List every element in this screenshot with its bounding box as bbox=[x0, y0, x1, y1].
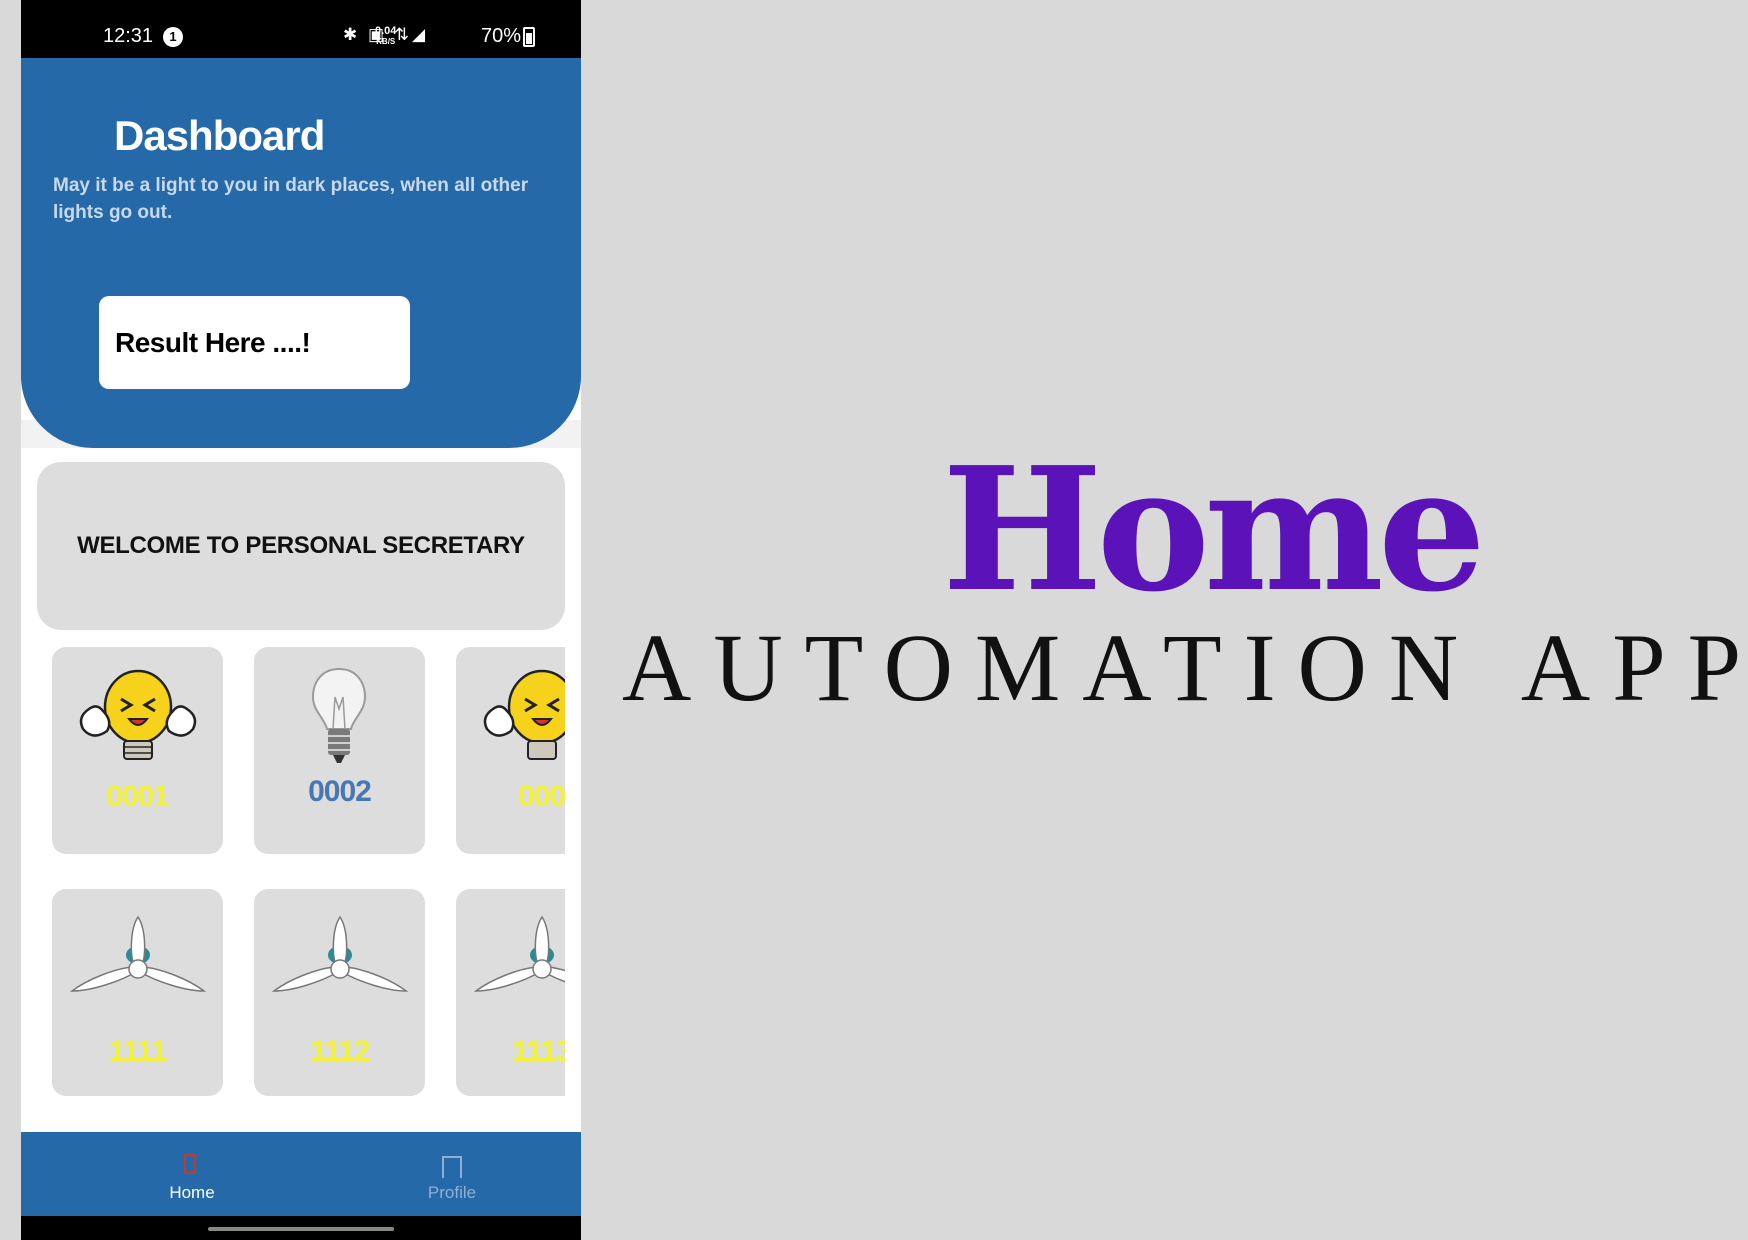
phone-screen: 12:31 1 ✱ ▣ ⇅◢ 0.04 KB/S 70% Dashboard M… bbox=[21, 0, 581, 1240]
page-title: Dashboard bbox=[114, 112, 325, 159]
gesture-bar bbox=[21, 1216, 581, 1240]
battery-percent: 70% bbox=[481, 25, 522, 47]
status-time: 12:31 bbox=[103, 25, 154, 47]
happy-bulb-icon bbox=[483, 669, 565, 760]
fan-card-1111[interactable]: 1111 bbox=[52, 889, 223, 1096]
promo-subtitle: AUTOMATION APP bbox=[622, 614, 1748, 721]
home-indicator[interactable] bbox=[208, 1227, 394, 1231]
fan-icon bbox=[474, 915, 565, 992]
home-icon bbox=[184, 1154, 196, 1174]
promo-title: Home bbox=[942, 430, 1486, 630]
device-id-label: 1111 bbox=[108, 1035, 168, 1068]
nav-profile-label: Profile bbox=[427, 1183, 477, 1202]
device-grid: 0001 0002 000 1111 1112 1113 bbox=[21, 448, 565, 1132]
device-id-label: 1113 bbox=[511, 1035, 565, 1068]
page-subtitle: May it be a light to you in dark places,… bbox=[53, 175, 529, 223]
result-display: Result Here ....! bbox=[99, 296, 410, 389]
battery-icon bbox=[523, 27, 535, 47]
main-content: WELCOME TO PERSONAL SECRETARY 0001 0002 … bbox=[21, 448, 581, 1132]
fan-card-1113[interactable]: 1113 bbox=[456, 889, 565, 1096]
profile-icon bbox=[442, 1156, 462, 1178]
device-id-label: 0002 bbox=[308, 775, 372, 808]
fan-icon bbox=[70, 915, 206, 992]
bottom-navigation: Home Profile bbox=[21, 1132, 581, 1216]
nav-profile[interactable]: Profile bbox=[372, 1132, 532, 1216]
light-card-0002[interactable]: 0002 bbox=[254, 647, 425, 854]
alert-icon: 1 bbox=[163, 27, 183, 47]
network-speed: 0.04 KB/S bbox=[375, 26, 396, 47]
device-id-label: 000 bbox=[517, 780, 565, 813]
fan-card-1112[interactable]: 1112 bbox=[254, 889, 425, 1096]
fan-icon bbox=[272, 915, 408, 992]
device-id-label: 1112 bbox=[309, 1035, 370, 1068]
nav-home[interactable]: Home bbox=[112, 1132, 272, 1216]
network-speed-value: 0.04 bbox=[375, 25, 397, 37]
light-card-0001[interactable]: 0001 bbox=[52, 647, 223, 854]
nav-home-label: Home bbox=[169, 1183, 215, 1202]
device-id-label: 0001 bbox=[106, 780, 170, 813]
network-speed-unit: KB/S bbox=[376, 37, 396, 46]
bulb-icon bbox=[311, 667, 367, 763]
status-bar: 12:31 1 ✱ ▣ ⇅◢ 0.04 KB/S 70% bbox=[21, 0, 581, 58]
happy-bulb-icon bbox=[79, 669, 197, 760]
light-card-000[interactable]: 000 bbox=[456, 647, 565, 854]
